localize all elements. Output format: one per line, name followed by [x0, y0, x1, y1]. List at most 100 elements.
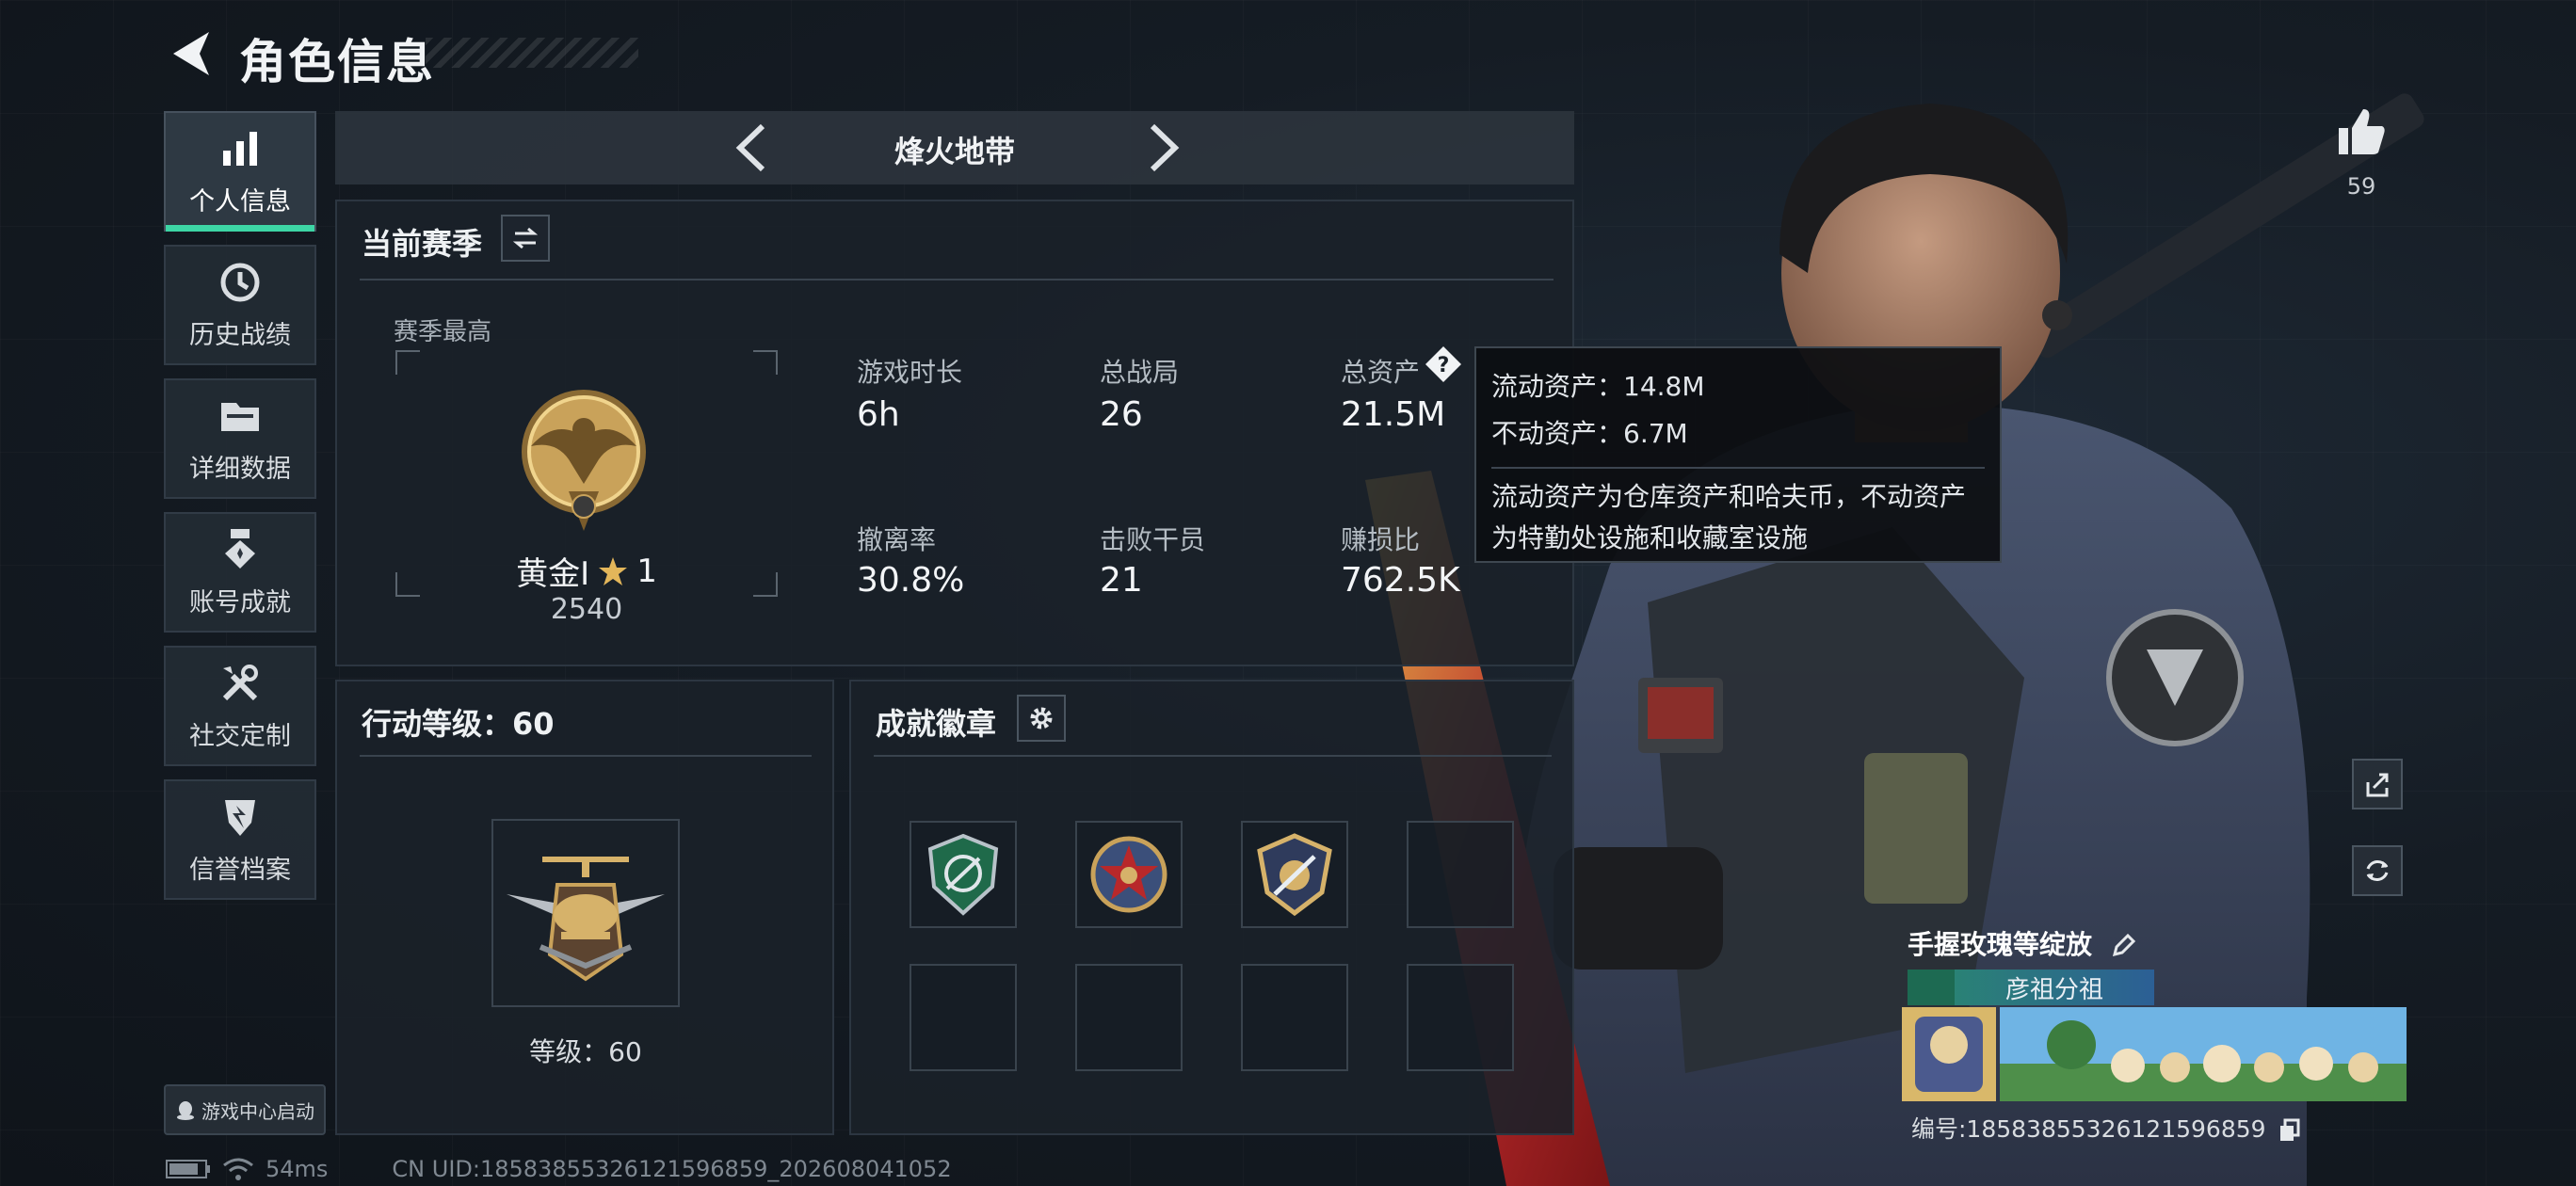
team-bar: 彦祖分祖 [1908, 970, 2154, 1005]
stat-label-matches: 总战局 [1100, 357, 1180, 388]
bar-chart-icon [223, 131, 257, 166]
status-bar: 54ms CN UID:18583855326121596859_2026080… [166, 1156, 952, 1182]
medal-icon [225, 528, 255, 569]
player-name: 手握玫瑰等绽放 [1908, 929, 2093, 960]
rank-name-row: 黄金I 1 [395, 548, 778, 594]
like-count: 59 [2346, 173, 2376, 200]
liquid-assets-text: 流动资产：14.8M [1491, 371, 1705, 402]
badge-slot[interactable] [1241, 821, 1348, 928]
assets-tooltip: 流动资产：14.8M 不动资产：6.7M 流动资产为仓库资产和哈夫币，不动资产 … [1474, 346, 2002, 563]
season-title: 当前赛季 [362, 226, 483, 262]
season-divider [360, 279, 1554, 280]
folder-icon [221, 402, 259, 431]
qq-icon [177, 1101, 194, 1120]
page-title: 角色信息 [239, 35, 435, 89]
player-id: 编号:18583855326121596859 [1911, 1115, 2266, 1143]
refresh-button[interactable] [2352, 845, 2403, 896]
navy-crest-badge-icon [1257, 833, 1332, 917]
stat-label-kills: 击败干员 [1100, 524, 1206, 555]
level-text: 等级：60 [529, 1036, 642, 1067]
sidebar-item-personal-info[interactable]: 个人信息 [164, 111, 316, 232]
badge-slot-empty[interactable] [910, 964, 1017, 1071]
action-level-divider [360, 755, 812, 757]
team-avatar [1908, 970, 1955, 1005]
frame-corner [753, 350, 778, 375]
stat-value-kills: 21 [1100, 561, 1143, 600]
sidebar-item-achievements[interactable]: 账号成就 [164, 512, 316, 633]
sidebar-item-social[interactable]: 社交定制 [164, 646, 316, 766]
stat-label-playtime: 游戏时长 [857, 357, 963, 388]
badge-slot-empty[interactable] [1407, 964, 1514, 1071]
tools-icon [222, 664, 258, 700]
green-shield-badge-icon [927, 833, 999, 916]
sidebar-item-detail-data[interactable]: 详细数据 [164, 378, 316, 499]
star-medal-badge-icon [1090, 836, 1167, 913]
clock-icon [220, 263, 260, 301]
copy-icon[interactable] [2278, 1118, 2302, 1143]
sidebar-item-history[interactable]: 历史战绩 [164, 245, 316, 365]
badge-slot[interactable] [1075, 821, 1183, 928]
title-decoration [426, 38, 638, 68]
rank-score: 2540 [550, 593, 623, 626]
helicopter-emblem-icon [507, 857, 665, 982]
fixed-assets-text: 不动资产：6.7M [1491, 418, 1688, 449]
help-icon[interactable]: ? [1424, 345, 1463, 384]
player-id-row: 编号:18583855326121596859 [1911, 1111, 2302, 1145]
share-icon [2366, 773, 2389, 797]
sidebar-item-label: 个人信息 [189, 186, 291, 216]
sidebar-item-reputation[interactable]: 信誉档案 [164, 779, 316, 900]
stat-label-profit: 赚损比 [1341, 524, 1421, 555]
tooltip-divider [1491, 467, 1985, 469]
season-best-label: 赛季最高 [394, 318, 492, 346]
sidebar-item-label: 历史战绩 [189, 320, 291, 350]
stat-value-profit: 762.5K [1341, 561, 1460, 600]
action-level-title: 行动等级：60 [362, 706, 555, 742]
uid-text: CN UID:18583855326121596859_202608041052 [392, 1156, 952, 1182]
tooltip-desc-line2: 为特勤处设施和收藏室设施 [1491, 522, 1809, 553]
rank-gold-eagle-icon [522, 390, 646, 531]
edit-icon[interactable] [2109, 932, 2137, 960]
prev-mode-arrow-icon[interactable] [725, 119, 781, 177]
game-center-launch-button[interactable]: 游戏中心启动 [164, 1084, 326, 1135]
launch-label: 游戏中心启动 [201, 1099, 314, 1123]
swap-icon [512, 227, 539, 249]
svg-text:?: ? [1438, 354, 1450, 377]
season-switch-button[interactable] [501, 215, 550, 262]
frame-corner [395, 350, 420, 375]
stat-value-matches: 26 [1100, 395, 1143, 434]
badge-slot[interactable] [910, 821, 1017, 928]
battery-icon [166, 1160, 210, 1178]
next-mode-arrow-icon[interactable] [1134, 119, 1190, 177]
rank-name: 黄金I [516, 555, 590, 593]
stat-label-extraction: 撤离率 [857, 524, 937, 555]
achievements-title: 成就徽章 [876, 706, 997, 742]
sidebar-item-label: 账号成就 [189, 587, 291, 617]
thumbs-up-icon[interactable] [2335, 105, 2388, 158]
tooltip-desc-line1: 流动资产为仓库资产和哈夫币，不动资产 [1491, 481, 1967, 512]
stat-label-assets: 总资产 [1341, 357, 1421, 388]
achievements-divider [874, 755, 1552, 757]
sidebar-item-label: 社交定制 [189, 721, 291, 751]
stat-value-playtime: 6h [857, 395, 900, 434]
profile-banner [1902, 1007, 2407, 1101]
star-icon [599, 556, 628, 585]
player-name-row: 手握玫瑰等绽放 [1908, 924, 2137, 962]
sidebar-item-label: 详细数据 [189, 454, 291, 484]
mode-title: 烽火地带 [894, 134, 1015, 169]
refresh-icon [2366, 860, 2389, 881]
ping-text: 54ms [266, 1156, 329, 1182]
gear-icon [1030, 707, 1053, 729]
achievements-settings-button[interactable] [1017, 695, 1066, 742]
back-arrow-icon[interactable] [168, 28, 215, 79]
shield-icon [225, 799, 255, 836]
wifi-icon [223, 1158, 253, 1180]
badge-slot-empty[interactable] [1241, 964, 1348, 1071]
stat-value-extraction: 30.8% [857, 561, 965, 600]
share-button[interactable] [2352, 759, 2403, 809]
stat-value-assets: 21.5M [1341, 395, 1446, 434]
team-label: 彦祖分祖 [2004, 975, 2103, 1004]
rank-stars: 1 [636, 552, 657, 590]
sidebar-item-label: 信誉档案 [189, 855, 291, 885]
badge-slot-empty[interactable] [1075, 964, 1183, 1071]
badge-slot-empty[interactable] [1407, 821, 1514, 928]
